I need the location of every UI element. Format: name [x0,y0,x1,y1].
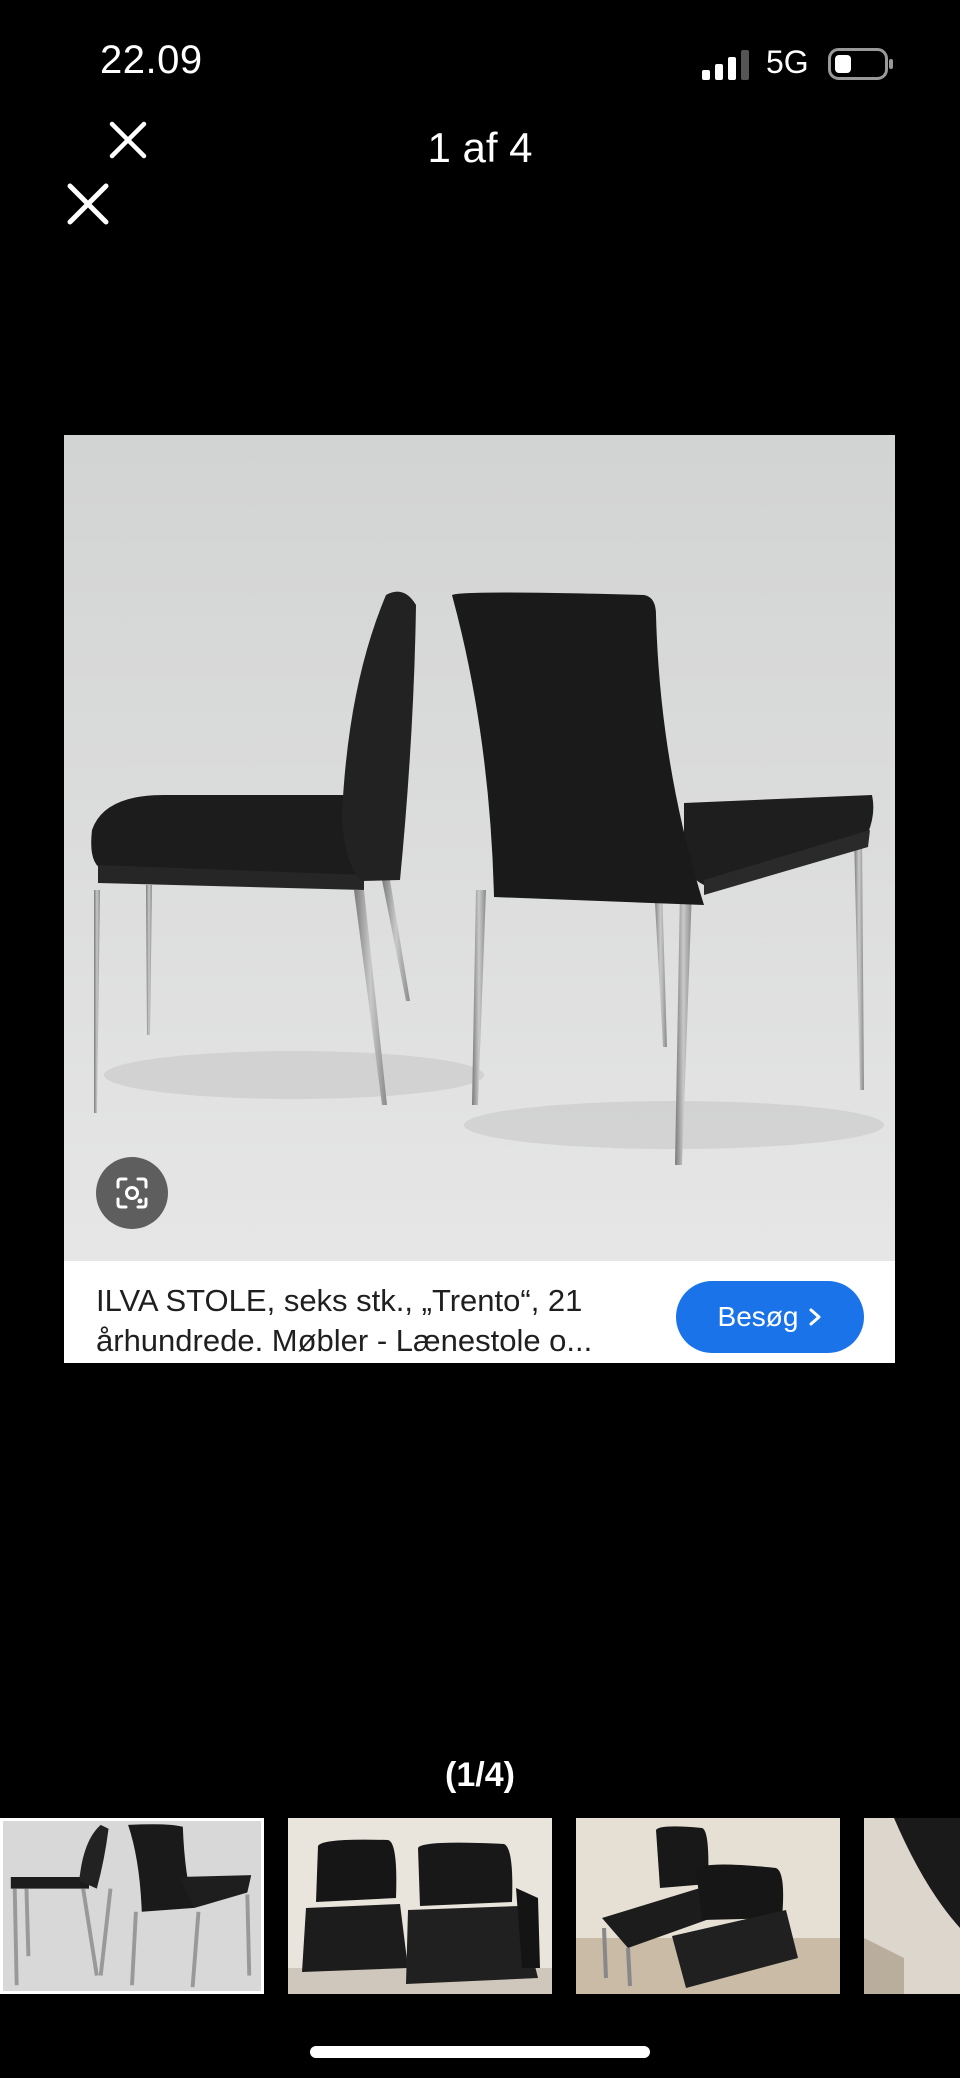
thumbnail-1[interactable] [0,1818,264,1994]
thumbnail-image [288,1818,552,1994]
close-icon[interactable] [108,120,148,160]
network-type: 5G [766,44,809,80]
thumbnail-image [3,1821,261,1991]
thumbnail-image [864,1818,960,1994]
chevron-right-icon [809,1308,821,1326]
thumbnail-2[interactable] [288,1818,552,1994]
close-button[interactable] [66,182,110,226]
signal-icon [702,50,749,80]
image-counter: 1 af 4 [427,124,533,171]
lens-button[interactable] [96,1157,168,1229]
image-card[interactable]: ILVA STOLE, seks stk., „Trento“, 21 århu… [64,435,895,1363]
status-time: 22.09 [100,38,203,82]
page-index: (1/4) [445,1756,515,1794]
visit-button[interactable]: Besøg [676,1281,864,1353]
battery-icon [828,48,893,80]
thumbnail-3[interactable] [576,1818,840,1994]
image-caption[interactable]: ILVA STOLE, seks stk., „Trento“, 21 århu… [96,1281,656,1361]
thumbnail-4[interactable] [864,1818,960,1994]
lens-icon [116,1177,148,1209]
home-indicator[interactable] [310,2046,650,2058]
visit-button-label: Besøg [717,1301,799,1332]
caption-bar: ILVA STOLE, seks stk., „Trento“, 21 århu… [64,1261,895,1363]
thumbnail-image [576,1818,840,1994]
product-photo[interactable] [64,435,895,1261]
